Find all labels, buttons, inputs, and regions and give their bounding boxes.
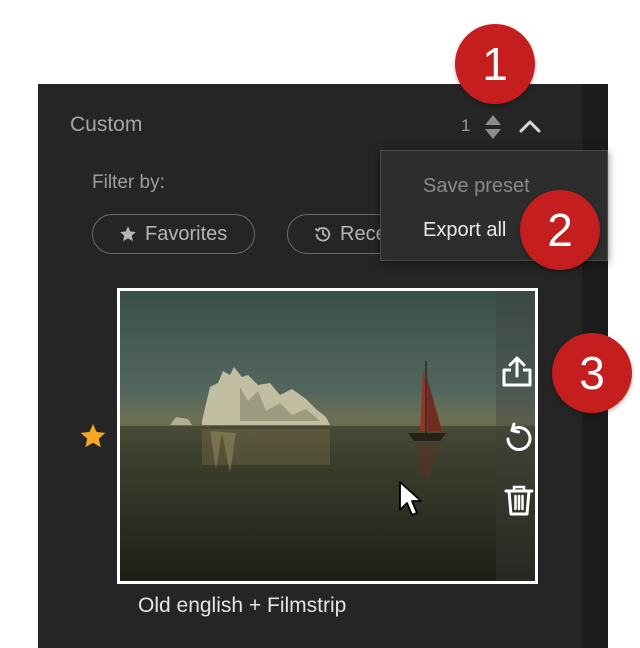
trash-icon[interactable]: [502, 483, 536, 517]
star-icon: [120, 226, 136, 242]
preset-count: 1: [461, 116, 471, 135]
preset-preview-image: [120, 291, 535, 581]
preset-thumbnail[interactable]: [117, 288, 538, 584]
export-icon[interactable]: [500, 355, 534, 389]
section-title: Custom: [70, 113, 143, 136]
menu-item-save-preset[interactable]: Save preset: [423, 175, 530, 198]
favorite-star-icon[interactable]: [79, 422, 107, 450]
chevron-up-icon[interactable]: [518, 118, 542, 134]
preset-name: Old english + Filmstrip: [138, 594, 347, 617]
callout-badge-3: 3: [552, 333, 632, 413]
sort-icon[interactable]: [484, 114, 502, 140]
reset-icon[interactable]: [502, 421, 536, 455]
filter-chip-favorites[interactable]: Favorites: [92, 214, 255, 254]
callout-badge-1: 1: [455, 24, 535, 104]
callout-badge-2: 2: [520, 190, 600, 270]
history-icon: [314, 227, 331, 242]
mouse-cursor-icon: [399, 481, 422, 516]
filter-chip-label: Favorites: [145, 222, 228, 245]
filter-label: Filter by:: [92, 172, 165, 193]
menu-item-export-all[interactable]: Export all: [423, 219, 506, 242]
